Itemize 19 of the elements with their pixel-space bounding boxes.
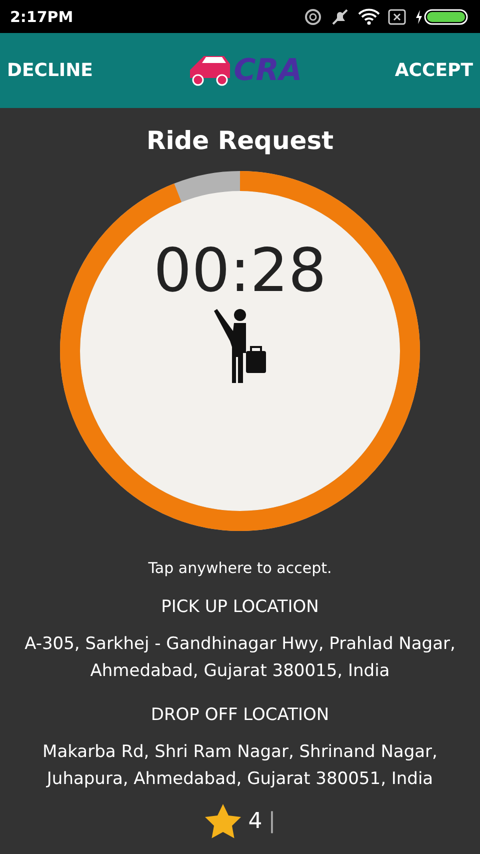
pickup-label: PICK UP LOCATION xyxy=(161,597,319,617)
battery-icon xyxy=(414,8,470,24)
page-title: Ride Request xyxy=(146,126,334,155)
muted-bell-icon xyxy=(330,8,350,26)
decline-button[interactable]: DECLINE xyxy=(0,52,100,89)
status-time: 2:17PM xyxy=(10,8,74,26)
rating-value: 4 xyxy=(248,808,262,834)
dropoff-address: Makarba Rd, Shri Ram Nagar, Shrinand Nagar, Juhapura, Ahmedabad, Gujarat 380051, India xyxy=(42,741,438,791)
sync-icon xyxy=(304,8,322,26)
logo-text: CRA xyxy=(234,53,302,88)
wifi-icon xyxy=(358,8,380,26)
accept-button[interactable]: ACCEPT xyxy=(388,52,480,89)
countdown-time: 00:28 xyxy=(154,241,326,301)
pickup-address: A-305, Sarkhej - Gandhinagar Hwy, Prahlad Nagar, Ahmedabad, Gujarat 380015, India xyxy=(24,633,456,683)
dropoff-label: DROP OFF LOCATION xyxy=(150,705,330,725)
hint-text: Tap anywhere to accept. xyxy=(148,559,332,577)
no-sim-icon xyxy=(388,8,406,26)
star-icon xyxy=(204,803,242,839)
rating-separator: | xyxy=(268,808,276,834)
